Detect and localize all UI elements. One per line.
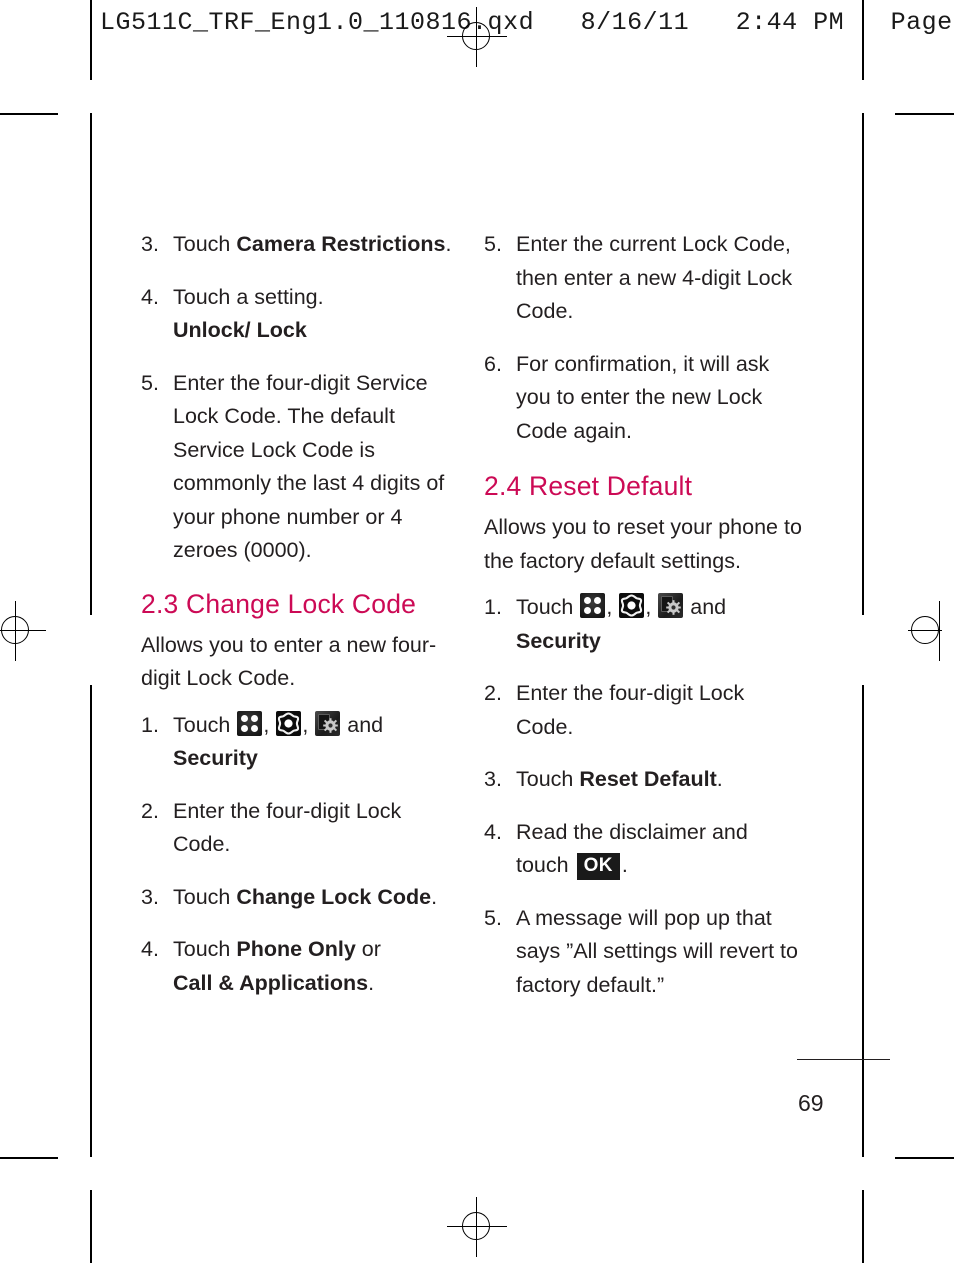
menu-grid-icon xyxy=(237,710,263,736)
list-text-bold: Security xyxy=(173,746,258,770)
list-text: Touch Phone Only or Call & Applications. xyxy=(173,937,461,1000)
list-text-lead: Touch xyxy=(516,595,580,619)
phone-settings-icon xyxy=(315,710,341,736)
list-text: Enter the four-digit Lock Code. xyxy=(173,798,402,857)
list-text: Enter the four-digit Service Lock Code. … xyxy=(173,370,445,563)
page-number: 69 xyxy=(798,1090,824,1116)
folio-rule xyxy=(797,1059,890,1061)
section-heading-2-3: 2.3 Change Lock Code xyxy=(141,588,417,619)
list-item: 4. Read the disclaimer and touch OK. xyxy=(484,816,804,883)
list-number: 4. xyxy=(484,819,502,844)
list-text-tail: . xyxy=(368,970,375,995)
list-item: 3. Touch Reset Default. xyxy=(484,763,804,797)
list-number: 1. xyxy=(141,712,159,737)
list-item: 5. A message will pop up that says ”All … xyxy=(484,902,804,1003)
list-text-bold: Phone Only xyxy=(236,937,356,961)
list-text-lead: Touch xyxy=(173,232,237,256)
list-text: Read the disclaimer and touch OK. xyxy=(516,819,748,880)
list-text-bold: Security xyxy=(516,628,601,653)
ok-softkey[interactable]: OK xyxy=(576,853,620,880)
list-text-bold: Camera Restrictions xyxy=(236,232,446,256)
list-number: 1. xyxy=(484,595,502,619)
list-number: 3. xyxy=(484,767,502,791)
settings-gear-icon xyxy=(276,710,302,736)
list-text-mid: and xyxy=(684,595,727,619)
list-text-tail: . xyxy=(621,853,628,877)
list-text-bold: Reset Default xyxy=(579,767,717,791)
list-text: Enter the four-digit Lock Code. xyxy=(516,681,745,739)
list-number: 3. xyxy=(141,884,159,909)
list-text-lead: Touch xyxy=(173,712,237,737)
list-number: 5. xyxy=(484,232,502,256)
list-text-bold-2: Call & Applications. xyxy=(173,967,461,1001)
list-item: 2. Enter the four-digit Lock Code. xyxy=(484,677,804,744)
list-text-lead: Read the disclaimer and touch xyxy=(516,819,748,878)
list-text-lead: Touch xyxy=(173,884,237,909)
left-column: 3. Touch Camera Restrictions. 4. Touch a… xyxy=(141,228,461,1019)
section-intro-2-4: Allows you to reset your phone to the fa… xyxy=(484,515,802,573)
bold-2-text: Call & Applications xyxy=(173,970,369,995)
section-intro-2-3: Allows you to enter a new four-digit Loc… xyxy=(141,632,437,691)
list-text: Touch a setting. xyxy=(173,284,324,309)
list-item: 5. Enter the current Lock Code, then ent… xyxy=(484,228,804,329)
list-item: 3. Touch Change Lock Code. xyxy=(141,881,461,915)
list-text: Touch Camera Restrictions. xyxy=(173,232,451,256)
section-heading-2-4: 2.4 Reset Default xyxy=(484,471,693,501)
phone-settings-icon xyxy=(658,593,684,618)
list-text-bold: Change Lock Code xyxy=(236,884,432,909)
list-item: 4. Touch Phone Only or Call & Applicatio… xyxy=(141,933,461,1000)
list-item: 1. Touch , , and Security xyxy=(141,709,461,776)
list-text-mid: or xyxy=(355,937,381,961)
list-text-lead: Touch xyxy=(516,767,580,791)
list-number: 4. xyxy=(141,284,159,309)
list-text-tail: . xyxy=(431,884,438,909)
list-number: 6. xyxy=(484,351,502,376)
right-column: 5. Enter the current Lock Code, then ent… xyxy=(484,228,804,1021)
page-content: 3. Touch Camera Restrictions. 4. Touch a… xyxy=(0,0,954,1263)
menu-grid-icon xyxy=(580,593,606,618)
list-text: Touch Change Lock Code. xyxy=(173,885,437,909)
list-number: 3. xyxy=(141,232,159,256)
list-item: 1. Touch , , and Security xyxy=(484,591,804,658)
list-text: For confirmation, it will ask you to ent… xyxy=(516,351,770,443)
list-text: Touch , , and Security xyxy=(516,593,804,658)
list-text: Enter the current Lock Code, then enter … xyxy=(516,232,793,323)
list-text: Touch , , and Security xyxy=(173,710,461,776)
list-text-mid: and xyxy=(341,712,384,737)
list-item: 4. Touch a setting. Unlock/ Lock xyxy=(141,281,461,348)
list-text: A message will pop up that says ”All set… xyxy=(516,905,798,997)
list-number: 5. xyxy=(484,905,502,930)
list-text-tail: . xyxy=(445,232,452,256)
settings-gear-icon xyxy=(619,593,645,618)
list-item: 6. For confirmation, it will ask you to … xyxy=(484,348,804,449)
list-subitem-bold: Unlock/ Lock xyxy=(173,318,307,342)
list-text-lead: Touch xyxy=(173,937,237,961)
list-number: 2. xyxy=(484,681,502,705)
list-number: 2. xyxy=(141,798,159,823)
list-item: 2. Enter the four-digit Lock Code. xyxy=(141,795,461,862)
list-text-tail: . xyxy=(716,767,723,791)
list-text: Touch Reset Default. xyxy=(516,767,723,791)
list-number: 4. xyxy=(141,937,159,961)
list-number: 5. xyxy=(141,370,159,395)
list-item: 5. Enter the four-digit Service Lock Cod… xyxy=(141,367,461,568)
list-item: 3. Touch Camera Restrictions. xyxy=(141,228,461,262)
